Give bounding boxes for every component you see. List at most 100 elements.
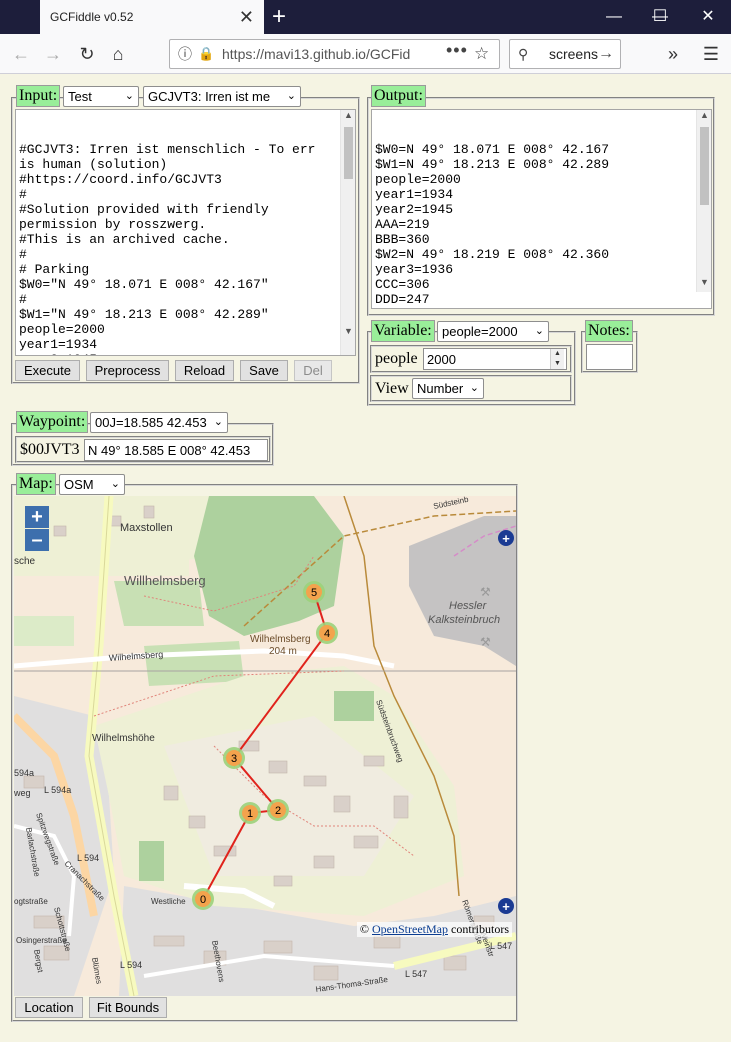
chevron-down-icon: ⌄ <box>124 90 134 102</box>
map-type-value: OSM <box>64 477 94 492</box>
label-westliche: Westliche <box>151 897 186 906</box>
label-weg: weg <box>14 788 31 798</box>
park <box>14 616 74 646</box>
chevron-down-icon: ⌄ <box>469 382 479 394</box>
overflow-chevron-icon[interactable]: » <box>660 41 686 67</box>
label-maxstollen: Maxstollen <box>120 522 173 534</box>
openstreetmap-link[interactable]: OpenStreetMap <box>372 922 448 936</box>
label-willhelmsberg: Willhelmsberg <box>124 573 206 588</box>
execute-button[interactable]: Execute <box>15 360 80 381</box>
map-type-select[interactable]: OSM ⌄ <box>59 474 125 495</box>
number-spinner-icon[interactable]: ▲ ▼ <box>550 349 564 369</box>
notes-textarea[interactable] <box>586 344 633 370</box>
output-text: $W0=N 49° 18.071 E 008° 42.167 $W1=N 49°… <box>375 142 610 308</box>
notes-legend: Notes: <box>585 320 633 342</box>
map-legend: Map: <box>16 473 56 495</box>
park <box>334 691 374 721</box>
view-select[interactable]: Number ⌄ <box>412 378 484 399</box>
variable-name-label: people <box>375 350 418 367</box>
map-canvas[interactable]: 0 1 2 3 4 5 Maxstollen Willhelmsberg Wil… <box>14 496 516 996</box>
waypoint-label-3: 3 <box>231 753 237 765</box>
waypoint-value-input[interactable]: N 49° 18.585 E 008° 42.453 <box>84 439 268 461</box>
variable-select-value: people=2000 <box>442 324 518 339</box>
search-input[interactable]: screens <box>540 40 598 68</box>
home-icon[interactable]: ⌂ <box>105 41 131 67</box>
waypoint-marker-4[interactable]: 4 <box>316 622 338 644</box>
forward-icon[interactable]: → <box>40 41 66 67</box>
variable-value: 2000 <box>427 352 456 367</box>
svg-text:⚒: ⚒ <box>480 635 491 649</box>
bookmark-star-icon[interactable]: ☆ <box>474 40 489 68</box>
input-scrollbar[interactable]: ▲ ▼ <box>340 110 355 355</box>
view-label: View <box>375 380 409 397</box>
waypoint-label-4: 4 <box>324 628 330 640</box>
reload-icon[interactable]: ↻ <box>74 41 100 67</box>
waypoint-marker-0[interactable]: 0 <box>192 888 214 910</box>
reload-button[interactable]: Reload <box>175 360 234 381</box>
waypoint-label-5: 5 <box>311 587 317 599</box>
waypoint-marker-1[interactable]: 1 <box>239 802 261 824</box>
url-bar[interactable]: ⓘ 🔒 https://mavi13.github.io/GCFid ••• ☆ <box>169 39 500 69</box>
waypoint-select[interactable]: 00J=18.585 42.453 ⌄ <box>90 412 228 433</box>
page-actions-icon[interactable]: ••• <box>446 36 468 64</box>
label-ogtstrasse: ogtstraße <box>14 897 48 906</box>
lock-icon[interactable]: 🔒 <box>198 40 214 68</box>
example-select-value: Test <box>68 89 92 104</box>
close-tab-icon[interactable]: ✕ <box>239 0 254 34</box>
window-close-icon[interactable]: ✕ <box>685 0 731 34</box>
svg-text:⚒: ⚒ <box>480 585 491 599</box>
output-textarea[interactable]: $W0=N 49° 18.071 E 008° 42.167 $W1=N 49°… <box>371 109 712 309</box>
save-button[interactable]: Save <box>240 360 288 381</box>
location-button[interactable]: Location <box>15 997 83 1018</box>
fit-bounds-button[interactable]: Fit Bounds <box>89 997 167 1018</box>
output-legend: Output: <box>371 85 426 107</box>
label-osingerstrasse: Osingerstraße <box>16 936 67 945</box>
waypoint-name-label: $00JVT3 <box>20 441 80 458</box>
waypoint-label-1: 1 <box>247 808 253 820</box>
waypoint-marker-3[interactable]: 3 <box>223 747 245 769</box>
waypoint-marker-5[interactable]: 5 <box>303 581 325 603</box>
meadow <box>144 641 244 686</box>
map-attribution: © OpenStreetMap contributors <box>356 922 512 937</box>
zoom-in-button[interactable]: + <box>25 506 49 528</box>
waypoint-value: N 49° 18.585 E 008° 42.453 <box>88 443 251 458</box>
tab-title: GCFiddle v0.52 <box>50 10 134 24</box>
map-view[interactable]: 0 1 2 3 4 5 Maxstollen Willhelmsberg Wil… <box>14 496 516 996</box>
label-l594-1: L 594 <box>77 853 99 863</box>
label-wilhelmshoehe: Wilhelmshöhe <box>92 733 155 744</box>
variable-value-input[interactable]: 2000 <box>423 348 567 370</box>
info-icon[interactable]: ⓘ <box>178 40 192 68</box>
menu-icon[interactable]: ☰ <box>698 41 724 67</box>
chevron-down-icon: ⌄ <box>213 416 223 428</box>
script-text: #GCJVT3: Irren ist menschlich - To err i… <box>19 142 316 355</box>
zoom-out-button[interactable]: – <box>25 529 49 551</box>
hospital-icon: + <box>498 530 514 546</box>
hospital-icon: + <box>498 898 514 914</box>
waypoint-select-value: 00J=18.585 42.453 <box>95 415 207 430</box>
example-select[interactable]: Test ⌄ <box>63 86 139 107</box>
back-icon[interactable]: ← <box>8 41 34 67</box>
cache-select[interactable]: GCJVT3: Irren ist me ⌄ <box>143 86 301 107</box>
preprocess-button[interactable]: Preprocess <box>86 360 169 381</box>
scroll-thumb[interactable] <box>700 127 709 205</box>
url-text[interactable]: https://mavi13.github.io/GCFid <box>222 40 422 68</box>
window-maximize-icon[interactable]: ☐ <box>637 0 683 34</box>
delete-button[interactable]: Del <box>294 360 332 381</box>
new-tab-button[interactable]: + <box>272 3 286 31</box>
search-go-icon[interactable]: → <box>598 40 614 68</box>
scroll-down-icon[interactable]: ▼ <box>697 277 712 287</box>
waypoint-marker-2[interactable]: 2 <box>267 799 289 821</box>
scroll-up-icon[interactable]: ▲ <box>697 110 712 120</box>
scroll-up-icon[interactable]: ▲ <box>341 110 356 120</box>
browser-tab[interactable]: GCFiddle v0.52 ✕ <box>40 0 264 34</box>
window-minimize-icon[interactable]: — <box>591 0 637 34</box>
scroll-thumb[interactable] <box>344 127 353 179</box>
variable-legend: Variable: <box>371 320 435 342</box>
search-bar[interactable]: ⚲ screens → <box>509 39 621 69</box>
variable-select[interactable]: people=2000 ⌄ <box>437 321 549 342</box>
label-l594a-1: 594a <box>14 768 34 778</box>
input-legend: Input: <box>16 85 61 107</box>
scroll-down-icon[interactable]: ▼ <box>341 326 356 336</box>
script-input-textarea[interactable]: #GCJVT3: Irren ist menschlich - To err i… <box>15 109 356 356</box>
output-scrollbar[interactable]: ▲ ▼ <box>696 110 711 292</box>
